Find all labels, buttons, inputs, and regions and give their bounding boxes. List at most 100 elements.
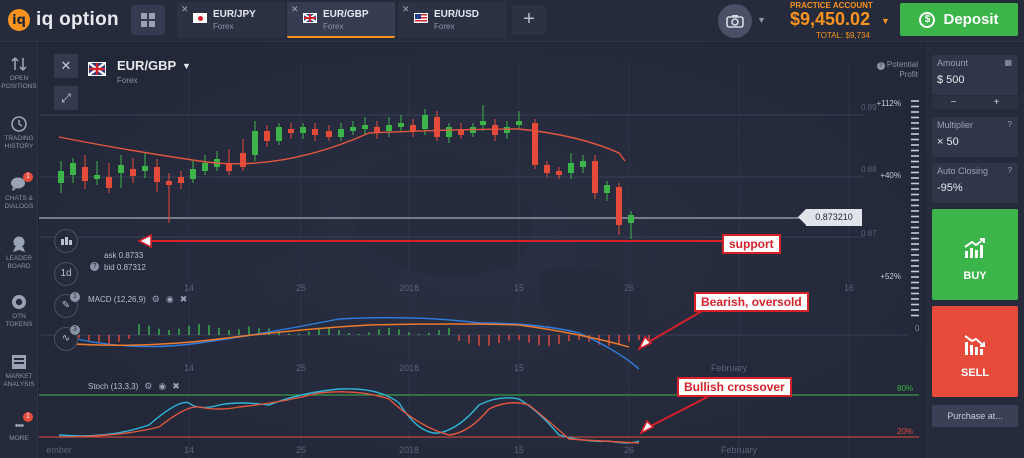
candle-body xyxy=(154,167,160,182)
candle-body xyxy=(580,161,586,167)
sidebar-item-more[interactable]: ••• 1 MORE xyxy=(0,412,38,443)
candle-body xyxy=(386,125,392,131)
sidebar-item-open-positions[interactable]: OPEN POSITIONS xyxy=(0,55,38,91)
decrease-amount-button[interactable]: − xyxy=(932,96,975,109)
candle-body xyxy=(628,215,634,223)
sidebar-item-label: LEADER BOARD xyxy=(5,255,32,270)
arrows-updown-icon xyxy=(9,55,29,73)
close-tab-icon[interactable]: ✕ xyxy=(402,4,410,15)
drawing-tools-button[interactable]: ✎ 1 xyxy=(54,292,80,318)
chevron-down-icon[interactable]: ▼ xyxy=(881,16,890,26)
candle-body xyxy=(434,117,440,137)
asset-title[interactable]: EUR/GBP xyxy=(117,58,176,73)
grid-icon xyxy=(140,12,156,28)
purchase-at-button[interactable]: Purchase at... xyxy=(932,405,1018,427)
profit-level-label: +52% xyxy=(880,272,901,281)
pen-icon: ✎ xyxy=(61,300,71,311)
info-icon[interactable]: ? xyxy=(1008,120,1012,129)
expand-chart-button[interactable]: ⤢ xyxy=(54,86,78,110)
notification-badge: 1 xyxy=(23,172,33,182)
eye-icon[interactable]: ◉ xyxy=(158,381,166,392)
tab-eur-gbp[interactable]: ✕ EUR/GBP Forex xyxy=(287,2,395,38)
logo-text: iq option xyxy=(36,9,119,30)
candle-body xyxy=(544,165,550,173)
tab-pair: EUR/GBP xyxy=(323,9,369,20)
sidebar-item-market-analysis[interactable]: MARKET ANALYSIS xyxy=(0,353,38,389)
sell-button[interactable]: SELL xyxy=(932,306,1018,397)
candle-body xyxy=(492,125,498,135)
timeframe-button[interactable]: 1d xyxy=(54,262,78,286)
add-tab-button[interactable]: + xyxy=(512,5,546,35)
price-level-label: 0.87 xyxy=(861,229,877,238)
x-axis-label: 14 xyxy=(184,445,194,455)
close-chart-button[interactable]: ✕ xyxy=(54,54,78,78)
info-icon[interactable]: ? xyxy=(90,262,99,271)
x-axis-label: 15 xyxy=(514,363,524,373)
calculator-icon[interactable]: ▦ xyxy=(1004,58,1012,67)
amount-value[interactable]: $ 500 xyxy=(937,74,965,86)
increase-amount-button[interactable]: + xyxy=(975,96,1018,109)
notification-badge: 1 xyxy=(23,412,33,422)
candle-body xyxy=(410,125,416,131)
indicators-button[interactable]: ∿ 3 xyxy=(54,325,80,351)
stoch-20-label: 20% xyxy=(897,427,913,436)
sidebar-item-label: CHATS & DIALOGS xyxy=(4,195,34,210)
buy-button[interactable]: BUY xyxy=(932,209,1018,300)
asset-grid-button[interactable] xyxy=(131,5,165,35)
tool-count-badge: 1 xyxy=(70,292,80,302)
sidebar-item-trading-history[interactable]: TRADING HISTORY xyxy=(0,115,38,151)
chat-icon: 1 xyxy=(9,172,33,193)
auto-closing-field[interactable]: Auto Closing ? -95% xyxy=(932,163,1018,203)
multiplier-value[interactable]: × 50 xyxy=(937,136,959,148)
tab-eur-usd[interactable]: ✕ EUR/USD Forex xyxy=(398,2,506,38)
close-tab-icon[interactable]: ✕ xyxy=(291,4,299,15)
more-icon: ••• 1 xyxy=(9,412,33,433)
amount-label: Amount xyxy=(937,58,969,68)
auto-closing-value[interactable]: -95% xyxy=(937,182,963,194)
sidebar-item-leader-board[interactable]: LEADER BOARD xyxy=(0,235,38,271)
eye-icon[interactable]: ◉ xyxy=(166,294,174,305)
chart-type-button[interactable] xyxy=(54,229,78,253)
amount-field[interactable]: Amount ▦ $ 500 xyxy=(932,55,1018,95)
gear-icon[interactable]: ⚙ xyxy=(152,294,160,305)
multiplier-field[interactable]: Multiplier ? × 50 xyxy=(932,117,1018,157)
candle-body xyxy=(350,127,356,131)
profit-level-label: +112% xyxy=(876,99,901,108)
candle-body xyxy=(240,153,246,167)
remove-icon[interactable]: ✖ xyxy=(172,381,180,392)
info-icon[interactable]: ? xyxy=(1008,166,1012,175)
chevron-down-icon[interactable]: ▼ xyxy=(757,15,766,25)
balance[interactable]: $9,450.02 xyxy=(790,9,870,30)
candle-body xyxy=(130,169,136,176)
deposit-label: Deposit xyxy=(943,11,999,28)
total-balance: TOTAL: $9,734 xyxy=(816,31,870,40)
x-axis-label: February xyxy=(711,363,748,373)
tab-pair: EUR/USD xyxy=(434,9,480,20)
sidebar-item-otn-tokens[interactable]: OTN TOKENS xyxy=(0,293,38,329)
x-axis-label: 16 xyxy=(844,283,854,293)
candle-body xyxy=(398,123,404,127)
remove-icon[interactable]: ✖ xyxy=(180,294,188,305)
info-icon: ? xyxy=(876,62,885,70)
tab-eur-jpy[interactable]: ✕ EUR/JPY Forex xyxy=(177,2,285,38)
dollar-icon: $ xyxy=(919,11,936,28)
x-axis-label: 26 xyxy=(624,283,634,293)
close-tab-icon[interactable]: ✕ xyxy=(181,4,189,15)
candle-body xyxy=(312,129,318,135)
deposit-button[interactable]: $ Deposit xyxy=(900,3,1018,36)
chevron-down-icon[interactable]: ▼ xyxy=(182,61,191,71)
candle-body xyxy=(106,177,112,188)
token-icon xyxy=(9,293,29,311)
analysis-icon xyxy=(9,353,29,371)
sidebar-item-chats[interactable]: 1 CHATS & DIALOGS xyxy=(0,172,38,211)
indicator-icon: ∿ xyxy=(61,333,71,344)
screenshot-button[interactable] xyxy=(718,4,752,38)
candle-body xyxy=(70,163,76,175)
logo[interactable]: iq iq option xyxy=(8,9,119,31)
gear-icon[interactable]: ⚙ xyxy=(144,381,152,392)
support-annotation: support xyxy=(722,234,781,254)
usa-flag-icon xyxy=(414,13,428,23)
candle-body xyxy=(252,131,258,155)
top-bar: iq iq option ✕ EUR/JPY Forex ✕ EUR/GBP F… xyxy=(0,0,1024,42)
candlestick-icon xyxy=(61,237,72,245)
